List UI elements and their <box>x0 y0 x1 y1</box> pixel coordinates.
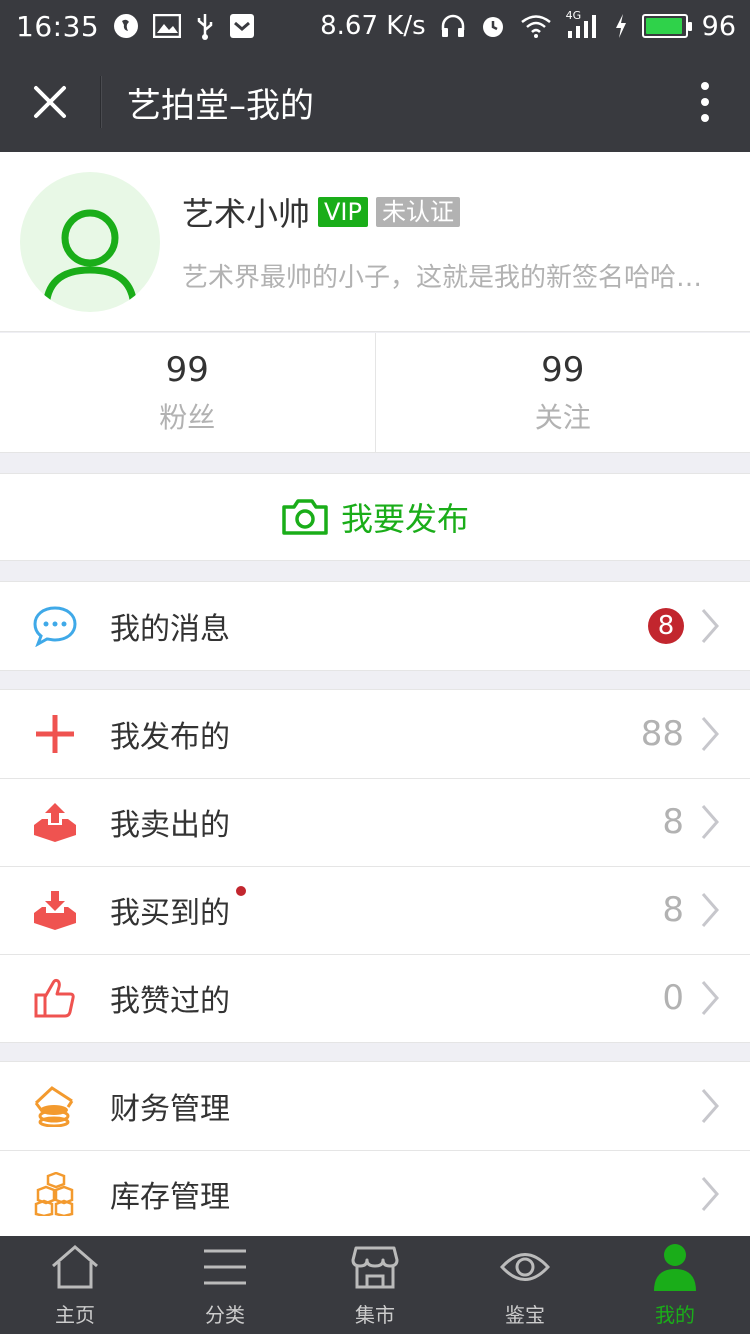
network-speed: 8.67 K/s <box>320 11 426 41</box>
list-item-finance[interactable]: 财务管理 <box>0 1062 750 1150</box>
stat-fans-label: 粉丝 <box>159 400 216 434</box>
messages-badge: 8 <box>648 608 684 644</box>
vpn-icon <box>113 13 139 39</box>
mail-box-icon <box>229 13 255 39</box>
network-type: 4G <box>565 9 582 22</box>
eye-icon <box>500 1239 550 1295</box>
tab-bar: 主页 分类 集市 鉴宝 我的 <box>0 1236 750 1334</box>
signal-icon: 4G <box>566 9 600 39</box>
finance-label: 财务管理 <box>110 1092 230 1127</box>
stat-following[interactable]: 99 关注 <box>374 333 750 452</box>
list-item-bought[interactable]: 我买到的 8 <box>0 866 750 954</box>
tab-market[interactable]: 集市 <box>300 1236 450 1334</box>
chevron-right-icon <box>701 1089 719 1123</box>
activity-group: 我发布的 88 我卖出的 8 我买到的 8 我赞过的 0 <box>0 689 750 1043</box>
wifi-icon <box>520 14 552 38</box>
finance-coins-icon <box>0 1062 110 1150</box>
user-avatar-icon <box>42 209 138 310</box>
image-icon <box>153 14 182 38</box>
messages-label: 我的消息 <box>110 612 230 647</box>
chevron-right-icon <box>701 805 719 839</box>
liked-label: 我赞过的 <box>110 984 230 1019</box>
list-item-messages[interactable]: 我的消息 8 <box>0 582 750 670</box>
published-label: 我发布的 <box>110 720 230 755</box>
sold-label: 我卖出的 <box>110 808 230 843</box>
more-button[interactable] <box>660 52 750 152</box>
publish-button[interactable]: 我要发布 <box>0 473 750 561</box>
user-icon <box>653 1239 697 1295</box>
stat-following-label: 关注 <box>534 400 591 434</box>
chevron-right-icon <box>701 717 719 751</box>
bought-count: 8 <box>662 890 684 930</box>
liked-count: 0 <box>662 978 684 1018</box>
more-vertical-icon <box>701 82 709 122</box>
chevron-right-icon <box>701 981 719 1015</box>
page-title: 艺拍堂–我的 <box>127 85 314 126</box>
management-group: 财务管理 库存管理 <box>0 1061 750 1239</box>
chevron-right-icon <box>701 609 719 643</box>
inventory-boxes-icon <box>0 1150 110 1238</box>
home-icon <box>50 1239 100 1295</box>
list-item-liked[interactable]: 我赞过的 0 <box>0 954 750 1042</box>
profile-name-row: 艺术小帅 VIP 未认证 <box>182 189 727 235</box>
tab-category[interactable]: 分类 <box>150 1236 300 1334</box>
list-item-inventory[interactable]: 库存管理 <box>0 1150 750 1238</box>
battery-icon <box>641 14 692 38</box>
charging-icon <box>614 13 628 39</box>
chat-bubble-icon <box>0 582 110 670</box>
publish-label: 我要发布 <box>340 500 469 538</box>
stat-fans[interactable]: 99 粉丝 <box>0 333 375 452</box>
messages-group: 我的消息 8 <box>0 581 750 671</box>
alarm-icon <box>480 13 506 39</box>
profile-name: 艺术小帅 <box>182 195 311 233</box>
profile-info: 艺术小帅 VIP 未认证 艺术界最帅的小子，这就是我的新签名哈哈哈哈哈 <box>182 189 727 294</box>
bought-label: 我买到的 <box>110 886 246 932</box>
nav-bar: 艺拍堂–我的 <box>0 52 750 152</box>
new-dot <box>236 886 246 896</box>
vip-badge: VIP <box>318 197 368 227</box>
tab-mine[interactable]: 我的 <box>600 1236 750 1334</box>
tab-home[interactable]: 主页 <box>0 1236 150 1334</box>
menu-lines-icon <box>202 1239 248 1295</box>
close-icon <box>34 86 66 118</box>
tab-appraise-label: 鉴宝 <box>505 1303 545 1327</box>
battery-level: 96 <box>701 10 736 42</box>
list-item-sold[interactable]: 我卖出的 8 <box>0 778 750 866</box>
profile-card[interactable]: 艺术小帅 VIP 未认证 艺术界最帅的小子，这就是我的新签名哈哈哈哈哈 <box>0 152 750 332</box>
profile-signature: 艺术界最帅的小子，这就是我的新签名哈哈哈哈哈 <box>182 263 727 293</box>
status-bar: 16:35 8.67 K/s 4G 96 <box>0 0 750 52</box>
status-time: 16:35 <box>16 9 100 43</box>
sold-count: 8 <box>662 802 684 842</box>
camera-icon <box>282 499 328 535</box>
stats-bar: 99 粉丝 99 关注 <box>0 333 750 453</box>
published-count: 88 <box>640 714 684 754</box>
avatar[interactable] <box>20 171 160 312</box>
chevron-right-icon <box>701 1177 719 1211</box>
tab-market-label: 集市 <box>355 1303 395 1327</box>
stat-following-value: 99 <box>541 349 585 390</box>
plus-icon <box>0 690 110 778</box>
thumbs-up-icon <box>0 954 110 1042</box>
certification-badge: 未认证 <box>375 197 460 227</box>
headphones-icon <box>440 13 466 39</box>
chevron-right-icon <box>701 893 719 927</box>
close-button[interactable] <box>0 52 100 152</box>
list-item-published[interactable]: 我发布的 88 <box>0 690 750 778</box>
inventory-label: 库存管理 <box>110 1180 230 1215</box>
tab-category-label: 分类 <box>205 1303 245 1327</box>
upload-tray-icon <box>0 778 110 866</box>
shop-icon <box>351 1239 399 1295</box>
tab-home-label: 主页 <box>55 1303 95 1327</box>
download-tray-icon <box>0 866 110 954</box>
tab-appraise[interactable]: 鉴宝 <box>450 1236 600 1334</box>
tab-mine-label: 我的 <box>655 1303 695 1327</box>
usb-icon <box>195 12 215 40</box>
stat-fans-value: 99 <box>165 349 209 390</box>
